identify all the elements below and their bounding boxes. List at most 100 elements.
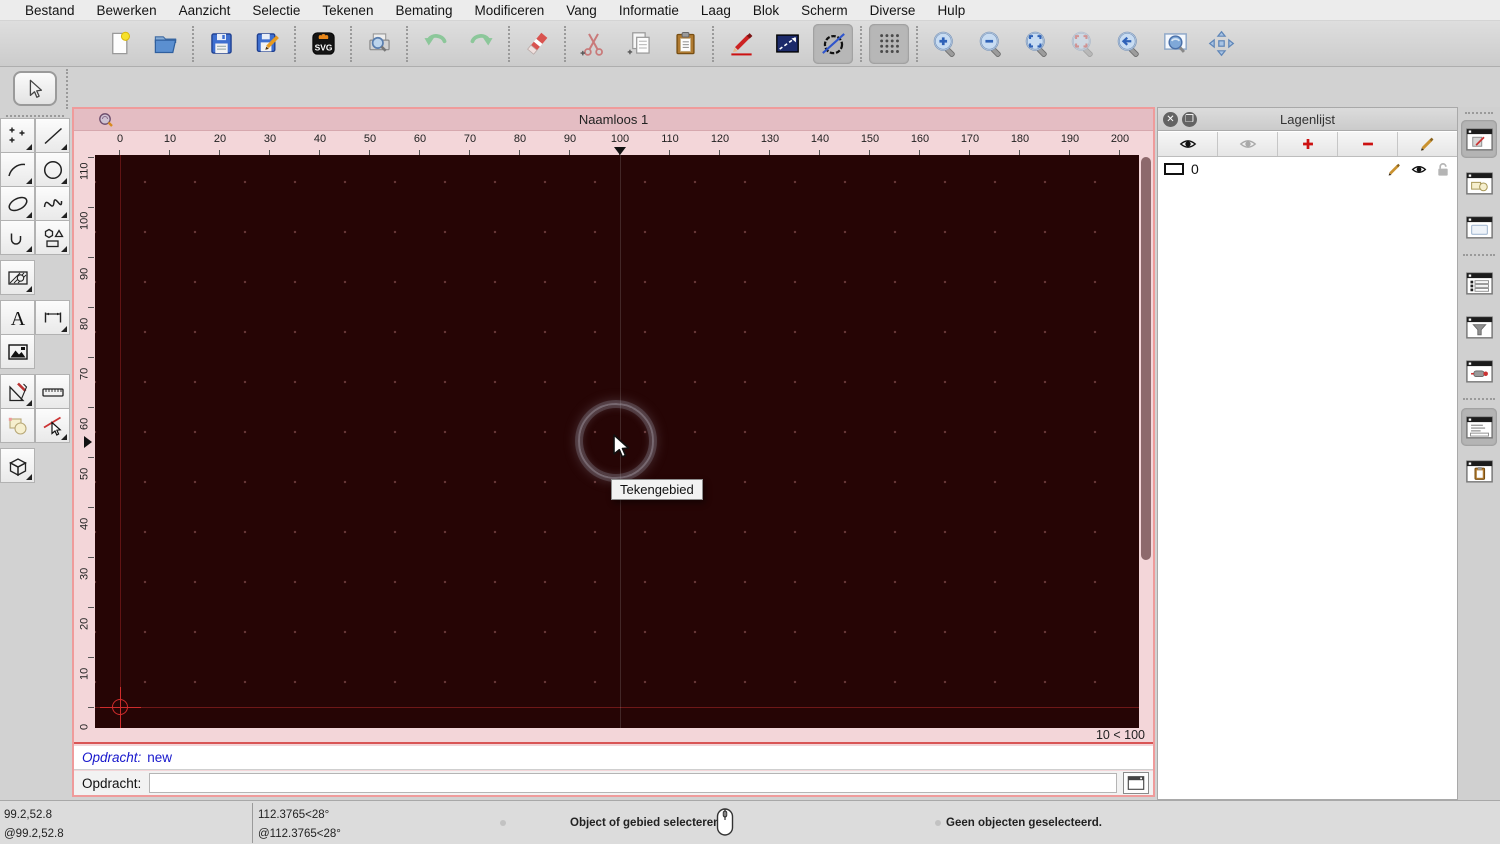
- drawing-window-titlebar[interactable]: Naamloos 1: [74, 109, 1153, 131]
- layer-color-swatch[interactable]: [1164, 163, 1184, 175]
- selection-arrow-tool[interactable]: [13, 71, 57, 106]
- polar-display: 112.3765<28° @112.3765<28°: [258, 806, 341, 844]
- hide-all-layers-button[interactable]: [1218, 132, 1278, 156]
- menu-item[interactable]: Blok: [742, 3, 790, 18]
- show-all-layers-button[interactable]: [1158, 132, 1218, 156]
- arc-tool[interactable]: [0, 152, 35, 187]
- dimension-tool[interactable]: [35, 300, 70, 335]
- draw-pencil-button[interactable]: [721, 24, 761, 64]
- undo-button[interactable]: [415, 24, 455, 64]
- ruler-label: 170: [945, 131, 995, 157]
- selection-mode-button[interactable]: [767, 24, 807, 64]
- menu-item[interactable]: Bestand: [14, 3, 86, 18]
- menu-item[interactable]: Laag: [690, 3, 742, 18]
- save-button[interactable]: [201, 24, 241, 64]
- toggle-library-browser-button[interactable]: [1461, 208, 1497, 246]
- drawing-canvas[interactable]: Tekengebied: [95, 155, 1139, 728]
- command-history-row: Opdracht: new: [74, 746, 1153, 770]
- cut-button[interactable]: [573, 24, 613, 64]
- selection-tools[interactable]: [0, 408, 35, 443]
- red-pencil-icon: [730, 33, 752, 56]
- save-as-button[interactable]: [247, 24, 287, 64]
- command-window-icon: [1466, 416, 1493, 439]
- menu-item[interactable]: Tekenen: [311, 3, 384, 18]
- shapes-tool[interactable]: [35, 220, 70, 255]
- ruler-label: 180: [995, 131, 1045, 157]
- menu-item[interactable]: Aanzicht: [168, 3, 242, 18]
- print-preview-button[interactable]: [359, 24, 399, 64]
- toggle-layer-list-button[interactable]: [1461, 120, 1497, 158]
- layer-edit-pencil-icon[interactable]: [1387, 162, 1403, 177]
- eye-off-icon: [1239, 136, 1257, 152]
- undock-panel-button[interactable]: ❐: [1182, 112, 1197, 127]
- menu-item[interactable]: Informatie: [608, 3, 690, 18]
- open-button[interactable]: [145, 24, 185, 64]
- toggle-property-editor-button[interactable]: [1461, 264, 1497, 302]
- command-window-button[interactable]: [1123, 772, 1149, 794]
- layer-row[interactable]: 0: [1158, 157, 1457, 181]
- absolute-coordinate: 99.2,52.8: [4, 809, 52, 821]
- history-label: Opdracht:: [82, 750, 142, 765]
- select-tool-row: [0, 67, 71, 117]
- hatch-tool[interactable]: [0, 260, 35, 295]
- command-input[interactable]: [149, 773, 1117, 793]
- command-row: Opdracht:: [74, 771, 1153, 795]
- auto-zoom-button[interactable]: [1017, 24, 1057, 64]
- menu-item[interactable]: Scherm: [790, 3, 859, 18]
- snap-tool[interactable]: [35, 408, 70, 443]
- eraser-button[interactable]: [517, 24, 557, 64]
- close-panel-button[interactable]: ✕: [1163, 112, 1178, 127]
- line-tool[interactable]: [35, 118, 70, 153]
- circle-line-icon: [821, 33, 845, 55]
- pan-button[interactable]: [1201, 24, 1241, 64]
- menu-item[interactable]: Diverse: [859, 3, 927, 18]
- redo-button[interactable]: [461, 24, 501, 64]
- layer-visible-eye-icon[interactable]: [1411, 162, 1427, 177]
- menu-item[interactable]: Selectie: [241, 3, 311, 18]
- draft-mode-button[interactable]: [813, 23, 853, 64]
- layer-lock-icon[interactable]: [1435, 162, 1451, 177]
- menu-item[interactable]: Vang: [555, 3, 608, 18]
- remove-layer-button[interactable]: [1338, 132, 1398, 156]
- menu-item[interactable]: Hulp: [926, 3, 976, 18]
- copy-icon: [627, 32, 650, 55]
- circle-tool[interactable]: [35, 152, 70, 187]
- canvas-vertical-scrollbar[interactable]: [1139, 155, 1153, 728]
- edit-layer-button[interactable]: [1398, 132, 1457, 156]
- new-button[interactable]: [99, 24, 139, 64]
- menu-item[interactable]: Bemating: [384, 3, 463, 18]
- ruler-label: 80: [74, 282, 95, 332]
- copy-button[interactable]: [619, 24, 659, 64]
- solid-tool[interactable]: [0, 448, 35, 483]
- menu-item[interactable]: Modificeren: [464, 3, 556, 18]
- grid-toggle-button[interactable]: [869, 23, 909, 64]
- image-tool[interactable]: [0, 334, 35, 369]
- zoom-in-button[interactable]: [925, 24, 965, 64]
- toggle-block-list-button[interactable]: [1461, 164, 1497, 202]
- add-layer-button[interactable]: [1278, 132, 1338, 156]
- window-icon: [1127, 776, 1145, 790]
- toggle-clipboard-panel-button[interactable]: [1461, 452, 1497, 490]
- polyline-tool[interactable]: [0, 220, 35, 255]
- toolbar-separator: [508, 25, 510, 62]
- zoom-window-button[interactable]: [1155, 24, 1195, 64]
- toggle-selection-filter-button[interactable]: [1461, 308, 1497, 346]
- toolbar-separator: [564, 25, 566, 62]
- text-tool[interactable]: A: [0, 300, 35, 335]
- scrollbar-thumb[interactable]: [1141, 157, 1151, 560]
- previous-view-button[interactable]: [1109, 24, 1149, 64]
- menu-item[interactable]: Bewerken: [86, 3, 168, 18]
- ruler-label: 120: [695, 131, 745, 157]
- zoom-out-button[interactable]: [971, 24, 1011, 64]
- modify-tool[interactable]: [0, 374, 35, 409]
- spline-tool[interactable]: [35, 186, 70, 221]
- svg-export-button[interactable]: SVG: [303, 24, 343, 64]
- points-tool[interactable]: [0, 118, 35, 153]
- ellipse-tool[interactable]: [0, 186, 35, 221]
- ruler-label: 110: [645, 131, 695, 157]
- toggle-command-line-button[interactable]: [1461, 408, 1497, 446]
- paste-button[interactable]: [665, 24, 705, 64]
- auto-zoom-icon: [1024, 30, 1051, 57]
- toggle-reference-points-button[interactable]: [1461, 352, 1497, 390]
- measure-tool[interactable]: [35, 374, 70, 409]
